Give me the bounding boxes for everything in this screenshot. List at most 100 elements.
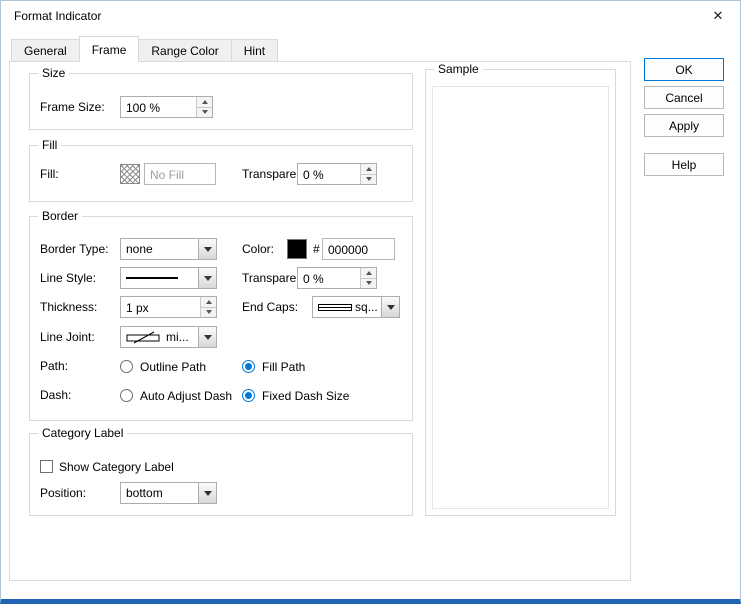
position-dropdown[interactable]: bottom bbox=[120, 482, 217, 504]
line-joint-value: mi... bbox=[166, 330, 189, 344]
category-label-group: Category Label Show Category Label Posit… bbox=[29, 433, 413, 516]
end-caps-label: End Caps: bbox=[242, 296, 298, 318]
position-label: Position: bbox=[40, 482, 86, 504]
fixed-dash-size-radio-label[interactable]: Fixed Dash Size bbox=[262, 389, 349, 404]
frame-size-spinner[interactable]: 100 % bbox=[120, 96, 213, 118]
format-indicator-dialog: Format Indicator ✕ General Frame Range C… bbox=[0, 0, 741, 604]
dropdown-button[interactable] bbox=[381, 297, 399, 317]
thickness-spinner[interactable]: 1 px bbox=[120, 296, 217, 318]
close-icon[interactable]: ✕ bbox=[705, 5, 731, 27]
down-arrow-icon bbox=[366, 281, 372, 285]
fill-value-field[interactable]: No Fill bbox=[144, 163, 216, 185]
dash-label: Dash: bbox=[40, 384, 71, 406]
color-label: Color: bbox=[242, 238, 274, 260]
fill-label: Fill: bbox=[40, 163, 59, 185]
chevron-down-icon bbox=[204, 247, 212, 252]
border-type-label: Border Type: bbox=[40, 238, 108, 260]
chevron-down-icon bbox=[204, 276, 212, 281]
spin-down-button[interactable] bbox=[201, 307, 216, 318]
fill-group-title: Fill bbox=[38, 138, 61, 152]
size-group-title: Size bbox=[38, 66, 69, 80]
dialog-title: Format Indicator bbox=[14, 9, 101, 23]
border-transparency-spinner[interactable]: 0 % bbox=[297, 267, 377, 289]
thickness-value[interactable]: 1 px bbox=[121, 297, 200, 317]
dropdown-button[interactable] bbox=[198, 483, 216, 503]
end-caps-dropdown[interactable]: sq... bbox=[312, 296, 400, 318]
down-arrow-icon bbox=[206, 310, 212, 314]
fill-group: Fill Fill: No Fill Transparency: 0 % bbox=[29, 145, 413, 202]
border-type-dropdown[interactable]: none bbox=[120, 238, 217, 260]
chevron-down-icon bbox=[387, 305, 395, 310]
size-group: Size Frame Size: 100 % bbox=[29, 73, 413, 130]
ok-button[interactable]: OK bbox=[644, 58, 724, 81]
auto-adjust-dash-radio[interactable] bbox=[120, 389, 133, 402]
miter-joint-icon bbox=[126, 331, 166, 344]
apply-button[interactable]: Apply bbox=[644, 114, 724, 137]
hex-prefix-label: # bbox=[313, 238, 320, 260]
line-joint-dropdown[interactable]: mi... bbox=[120, 326, 217, 348]
dropdown-button[interactable] bbox=[198, 327, 216, 347]
spin-down-button[interactable] bbox=[361, 278, 376, 289]
tab-range-color[interactable]: Range Color bbox=[138, 39, 231, 62]
spin-up-button[interactable] bbox=[197, 97, 212, 107]
dropdown-button[interactable] bbox=[198, 239, 216, 259]
fixed-dash-size-radio[interactable] bbox=[242, 389, 255, 402]
auto-adjust-dash-radio-label[interactable]: Auto Adjust Dash bbox=[140, 389, 232, 404]
up-arrow-icon bbox=[366, 167, 372, 171]
border-group: Border Border Type: none Color: # 000000… bbox=[29, 216, 413, 421]
tab-strip: General Frame Range Color Hint bbox=[11, 36, 277, 62]
line-joint-label: Line Joint: bbox=[40, 326, 95, 348]
cancel-button[interactable]: Cancel bbox=[644, 86, 724, 109]
border-type-value: none bbox=[121, 239, 198, 259]
square-cap-icon bbox=[318, 304, 352, 311]
line-style-dropdown[interactable] bbox=[120, 267, 217, 289]
show-category-label-checkbox[interactable] bbox=[40, 460, 53, 473]
color-hex-field[interactable]: 000000 bbox=[322, 238, 395, 260]
frame-size-value[interactable]: 100 % bbox=[121, 97, 196, 117]
solid-line-icon bbox=[126, 277, 178, 279]
spin-up-button[interactable] bbox=[361, 268, 376, 278]
no-fill-pattern-icon[interactable] bbox=[120, 164, 140, 184]
help-button[interactable]: Help bbox=[644, 153, 724, 176]
up-arrow-icon bbox=[366, 271, 372, 275]
spin-down-button[interactable] bbox=[361, 174, 376, 185]
sample-group-title: Sample bbox=[434, 62, 483, 76]
position-value: bottom bbox=[121, 483, 198, 503]
color-swatch[interactable] bbox=[287, 239, 307, 259]
end-caps-preview: sq... bbox=[313, 297, 381, 317]
chevron-down-icon bbox=[204, 335, 212, 340]
border-transparency-spin-buttons bbox=[360, 268, 376, 288]
up-arrow-icon bbox=[202, 100, 208, 104]
spin-up-button[interactable] bbox=[201, 297, 216, 307]
dropdown-button[interactable] bbox=[198, 268, 216, 288]
frame-size-label: Frame Size: bbox=[40, 96, 105, 118]
title-bar: Format Indicator ✕ bbox=[1, 1, 740, 31]
outline-path-radio-label[interactable]: Outline Path bbox=[140, 360, 206, 375]
fill-transparency-spin-buttons bbox=[360, 164, 376, 184]
border-group-title: Border bbox=[38, 209, 82, 223]
show-category-label-checkbox-label[interactable]: Show Category Label bbox=[59, 460, 174, 475]
tab-general[interactable]: General bbox=[11, 39, 80, 62]
fill-transparency-spinner[interactable]: 0 % bbox=[297, 163, 377, 185]
thickness-spin-buttons bbox=[200, 297, 216, 317]
down-arrow-icon bbox=[366, 177, 372, 181]
tab-frame[interactable]: Frame bbox=[79, 36, 140, 62]
fill-path-radio-label[interactable]: Fill Path bbox=[262, 360, 305, 375]
up-arrow-icon bbox=[206, 300, 212, 304]
spin-up-button[interactable] bbox=[361, 164, 376, 174]
line-joint-preview: mi... bbox=[121, 327, 198, 347]
line-style-label: Line Style: bbox=[40, 267, 96, 289]
fill-path-radio[interactable] bbox=[242, 360, 255, 373]
border-transparency-value[interactable]: 0 % bbox=[298, 268, 360, 288]
path-label: Path: bbox=[40, 355, 68, 377]
end-caps-value: sq... bbox=[355, 300, 378, 314]
outline-path-radio[interactable] bbox=[120, 360, 133, 373]
tab-hint[interactable]: Hint bbox=[231, 39, 278, 62]
spin-down-button[interactable] bbox=[197, 107, 212, 118]
line-style-preview bbox=[121, 268, 198, 288]
fill-transparency-value[interactable]: 0 % bbox=[298, 164, 360, 184]
frame-size-spin-buttons bbox=[196, 97, 212, 117]
thickness-label: Thickness: bbox=[40, 296, 97, 318]
category-label-group-title: Category Label bbox=[38, 426, 127, 440]
down-arrow-icon bbox=[202, 110, 208, 114]
